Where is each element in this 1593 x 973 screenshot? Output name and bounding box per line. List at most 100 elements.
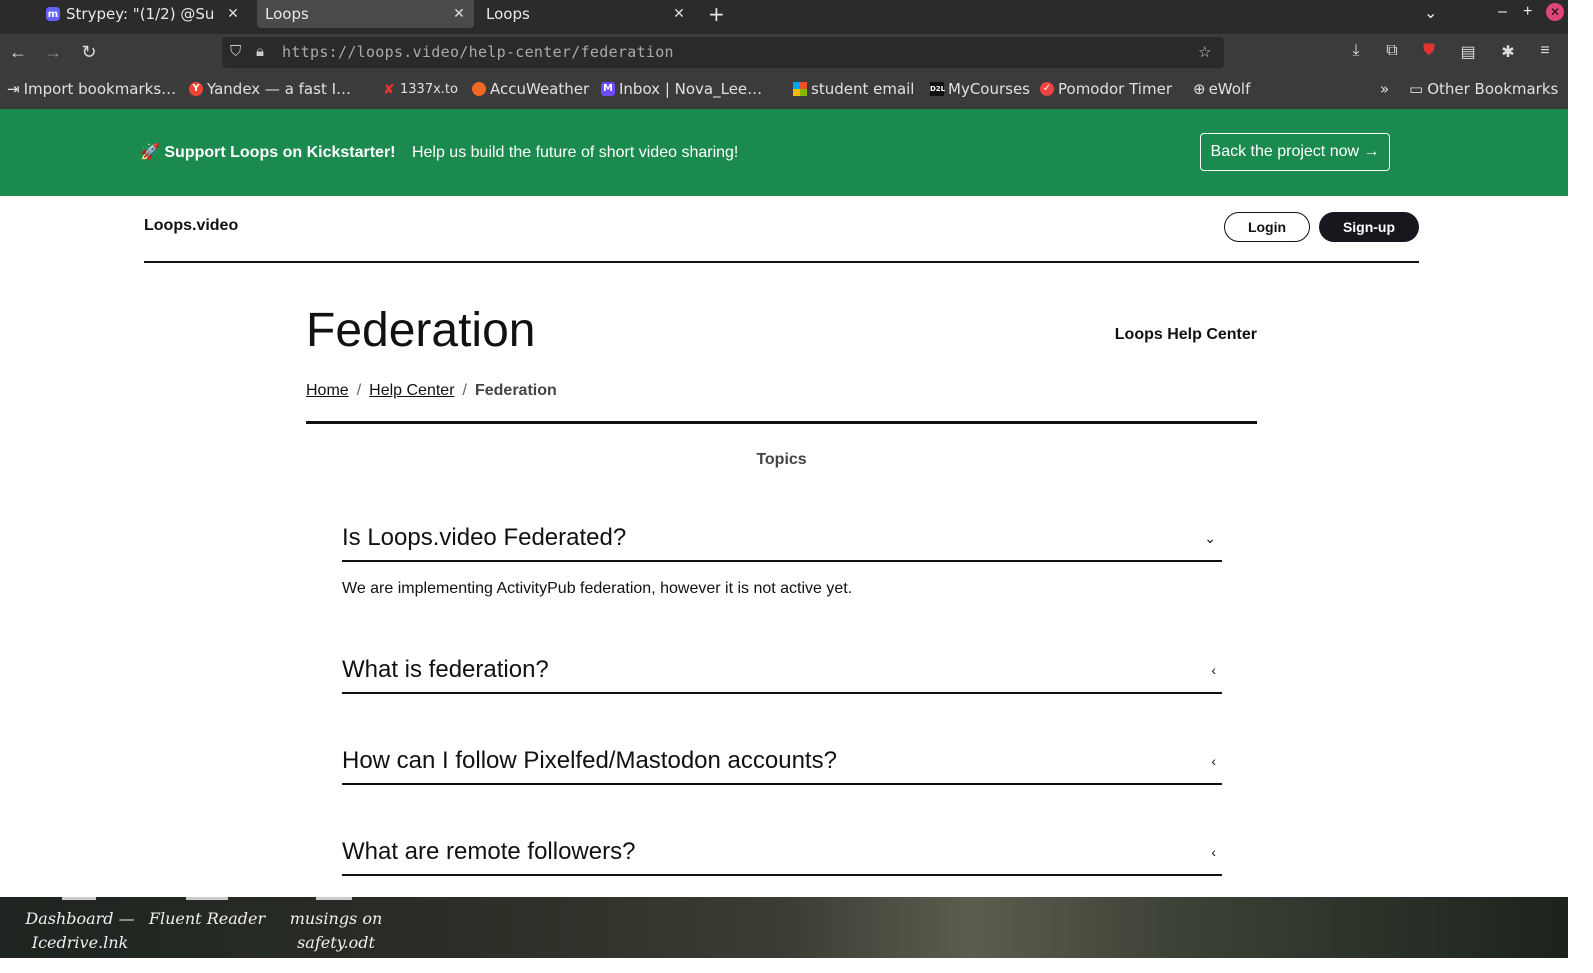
faq-question-toggle[interactable]: What are remote followers? ‹ [342, 830, 1222, 876]
faq-question-toggle[interactable]: Is Loops.video Federated? ⌄ [342, 516, 1222, 562]
tab-label: Loops [265, 5, 309, 23]
bookmark-star-icon[interactable]: ☆ [1198, 43, 1211, 61]
faq-item: What is federation? ‹ [342, 648, 1222, 694]
bookmark-pomodoro[interactable]: ✓ Pomodor Timer [1040, 80, 1172, 98]
new-tab-button[interactable]: + [700, 0, 734, 28]
banner-text-group: 🚀 Support Loops on Kickstarter! Help us … [140, 142, 738, 162]
globe-icon: ⊕ [1193, 80, 1206, 98]
download-icon[interactable]: ⤓ [1346, 42, 1366, 60]
yandex-icon: Y [189, 82, 203, 96]
tab-list-chevron-icon[interactable]: ⌄ [1424, 3, 1437, 23]
topics-heading: Topics [756, 451, 807, 468]
active-indicator [186, 897, 228, 900]
back-project-button[interactable]: Back the project now → [1200, 133, 1390, 171]
bookmarks-bar: ⇥ Import bookmarks… Y Yandex — a fast I…… [0, 72, 1568, 110]
faq-question: What is federation? [342, 656, 549, 683]
page-title: Federation [306, 304, 536, 357]
bookmark-yandex[interactable]: Y Yandex — a fast I… [189, 80, 351, 98]
site-logo[interactable]: Loops.video [144, 217, 238, 235]
banner-subtitle: Help us build the future of short video … [411, 144, 739, 161]
url-text[interactable]: https://loops.video/help-center/federati… [282, 43, 674, 61]
extension-icon[interactable]: ▤ [1458, 42, 1478, 62]
forward-arrow-icon[interactable]: → [42, 42, 64, 63]
extensions-icon[interactable]: ⧉ [1382, 42, 1402, 60]
microsoft-icon [793, 82, 807, 96]
menu-icon[interactable]: ≡ [1535, 42, 1555, 60]
tab-loops-active[interactable]: Loops ✕ [257, 0, 474, 28]
faq-question-toggle[interactable]: How can I follow Pixelfed/Mastodon accou… [342, 739, 1222, 785]
reload-icon[interactable]: ↻ [78, 42, 100, 63]
close-icon[interactable]: ✕ [452, 6, 466, 22]
bookmark-label: Inbox | Nova_Lee… [619, 80, 763, 98]
close-icon[interactable]: ✕ [226, 6, 240, 22]
tab-strypey[interactable]: m Strypey: "(1/2) @Su ✕ [38, 0, 248, 28]
maximize-icon[interactable]: + [1523, 3, 1532, 21]
faq-question: How can I follow Pixelfed/Mastodon accou… [342, 747, 837, 774]
bookmark-label: Yandex — a fast I… [207, 80, 352, 98]
signup-button[interactable]: Sign-up [1319, 212, 1419, 242]
bookmark-label: Other Bookmarks [1427, 80, 1559, 98]
bookmark-other[interactable]: ▭ Other Bookmarks [1409, 80, 1558, 98]
faq-question: What are remote followers? [342, 838, 636, 865]
tab-label: Loops [486, 5, 530, 23]
minimize-icon[interactable]: – [1498, 3, 1507, 21]
mastodon-icon: m [46, 7, 60, 21]
login-button[interactable]: Login [1224, 212, 1310, 242]
d2l-icon: D2L [930, 82, 945, 96]
lock-icon[interactable]: 🔒︎ [256, 43, 264, 60]
chevron-left-icon: ‹ [1211, 662, 1216, 678]
bookmark-mycourses[interactable]: D2L MyCourses [930, 80, 1030, 98]
taskbar-item-musings[interactable]: musings on safety.odt [280, 907, 392, 955]
folder-icon: ▭ [1409, 80, 1424, 98]
bookmark-ewolf[interactable]: ⊕ eWolf [1193, 80, 1250, 98]
help-center-link[interactable]: Loops Help Center [1115, 326, 1257, 344]
tab-loops[interactable]: Loops ✕ [478, 0, 694, 28]
pomodoro-icon: ✓ [1040, 82, 1054, 96]
chevron-down-icon: ⌄ [1204, 529, 1216, 546]
faq-answer: We are implementing ActivityPub federati… [342, 580, 853, 597]
kickstarter-banner: 🚀 Support Loops on Kickstarter! Help us … [0, 109, 1568, 196]
desktop-taskbar: Dashboard — Icedrive.lnk Fluent Reader m… [0, 897, 1568, 958]
bookmark-import[interactable]: ⇥ Import bookmarks… [7, 80, 176, 98]
breadcrumb-current: Federation [474, 382, 557, 399]
browser-tab-bar: m Strypey: "(1/2) @Su ✕ Loops ✕ Loops ✕ … [0, 0, 1568, 34]
bookmark-label: 1337x.to [400, 82, 458, 97]
bookmark-label: student email [811, 80, 915, 98]
puzzle-icon[interactable]: ✱ [1498, 42, 1518, 62]
address-bar[interactable]: ⛉ 🔒︎ https://loops.video/help-center/fed… [222, 37, 1224, 68]
site-header: Loops.video Login Sign-up [144, 196, 1419, 263]
bookmark-label: Pomodor Timer [1058, 80, 1172, 98]
chevron-left-icon: ‹ [1211, 844, 1216, 860]
bookmark-student-email[interactable]: student email [793, 80, 914, 98]
faq-item: What are remote followers? ‹ [342, 830, 1222, 876]
breadcrumb-home[interactable]: Home [306, 382, 349, 399]
bookmark-label: AccuWeather [490, 80, 590, 98]
bookmark-accuweather[interactable]: AccuWeather [472, 80, 589, 98]
breadcrumb-separator: / [356, 382, 362, 399]
more-bookmarks-chevron-icon[interactable]: » [1380, 80, 1389, 98]
faq-question-toggle[interactable]: What is federation? ‹ [342, 648, 1222, 694]
breadcrumb-separator: / [462, 382, 467, 399]
close-icon[interactable]: ✕ [672, 6, 686, 22]
ublock-icon[interactable]: ⛊ [1419, 42, 1439, 60]
taskbar-item-icedrive[interactable]: Dashboard — Icedrive.lnk [20, 907, 140, 955]
chevron-left-icon: ‹ [1211, 753, 1216, 769]
bookmark-label: Import bookmarks… [23, 80, 177, 98]
divider [306, 421, 1257, 424]
back-arrow-icon[interactable]: ← [7, 42, 29, 63]
banner-title: 🚀 Support Loops on Kickstarter! [140, 144, 396, 161]
close-window-icon[interactable]: ✕ [1546, 3, 1564, 21]
shield-icon[interactable]: ⛉ [230, 43, 241, 60]
proton-mail-icon: M [601, 82, 615, 96]
faq-item: How can I follow Pixelfed/Mastodon accou… [342, 739, 1222, 785]
1337x-icon: ✘ [383, 81, 395, 98]
taskbar-item-fluent-reader[interactable]: Fluent Reader [148, 907, 266, 931]
breadcrumb: Home / Help Center / Federation [306, 382, 557, 400]
faq-question: Is Loops.video Federated? [342, 524, 627, 551]
breadcrumb-help-center[interactable]: Help Center [369, 382, 454, 399]
active-indicator [316, 897, 352, 900]
bookmark-label: eWolf [1208, 80, 1251, 98]
bookmark-1337x[interactable]: ✘ 1337x.to [382, 82, 458, 97]
faq-item: Is Loops.video Federated? ⌄ We are imple… [342, 516, 1222, 598]
bookmark-inbox[interactable]: M Inbox | Nova_Lee… [601, 80, 762, 98]
